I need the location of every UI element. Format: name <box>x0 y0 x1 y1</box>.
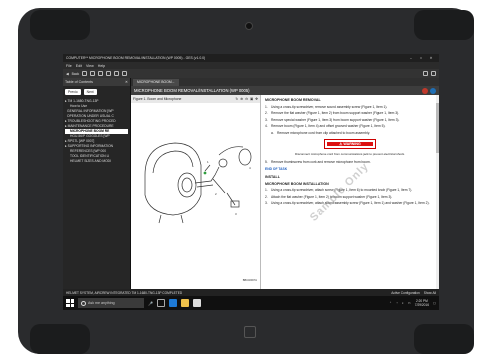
taskbar-clock[interactable]: 2:20 PM 7/29/2016 <box>415 299 429 307</box>
toc-header: Table of Contents ✕ <box>63 78 130 86</box>
svg-text:2: 2 <box>215 192 217 196</box>
toolbar: ◀ Back <box>63 69 439 78</box>
menu-file[interactable]: File <box>66 64 72 68</box>
figure-code: BBU40007A <box>242 279 257 282</box>
camera-lens <box>245 22 253 30</box>
toc-next-button[interactable]: Next <box>83 89 97 95</box>
menu-edit[interactable]: Edit <box>76 64 82 68</box>
toc-prev-button[interactable]: Previo <box>65 89 81 95</box>
warning-box: ⚠ WARNING <box>324 138 376 150</box>
procedure-step: 2. Remove the flat washer (Figure 1, Item… <box>265 111 400 116</box>
store-icon[interactable] <box>192 299 201 307</box>
procedure-step: 2. Attach the flat washer (Figure 1, Item… <box>265 194 393 199</box>
procedure-step: 4. Remove boom (Figure 1, Item 4) and off… <box>265 124 386 129</box>
microphone-icon[interactable]: 🎤 <box>148 301 153 306</box>
maximize-button[interactable]: □ <box>416 56 426 60</box>
corner-bumper <box>30 324 90 354</box>
figure-caption: Figure 1. Boom and Microphone <box>133 97 182 101</box>
fullscreen-icon[interactable] <box>431 71 436 76</box>
bookmark-icon[interactable] <box>98 71 104 76</box>
tab-microphone-boom[interactable]: MICROPHONE BOOM... <box>133 79 179 86</box>
document-title: MICROPHONE BOOM REMOVAL/INSTALLATION (WP… <box>134 88 250 93</box>
clock-date: 7/29/2016 <box>414 303 429 307</box>
toc-title: Table of Contents <box>65 80 93 84</box>
fit-icon[interactable]: ▣ <box>250 97 253 101</box>
edge-browser-icon[interactable] <box>168 299 177 307</box>
section-heading: MICROPHONE BOOM REMOVAL <box>265 98 321 102</box>
procedure-step: 3. Using a cross-tip screwdriver, attach … <box>265 201 430 206</box>
alert-icon[interactable] <box>422 87 428 94</box>
svg-text:3: 3 <box>235 212 237 216</box>
active-configuration: Active Configuration <box>391 290 420 295</box>
battery-icon[interactable]: ▭ <box>408 301 411 305</box>
back-icon[interactable]: ◀ <box>66 72 69 76</box>
procedure-step: 5. Remove thumbscrew from cork and remove… <box>265 159 371 164</box>
zoom-out-icon[interactable]: ⊖ <box>245 97 248 101</box>
scrollbar-thumb[interactable] <box>436 103 439 153</box>
procedure-substep: a. Remove microphone cord from clip attac… <box>271 130 371 135</box>
system-tray: ⌃ ◔ ◖ ▭ 2:20 PM 7/29/2016 ▢ <box>389 299 436 307</box>
status-text: HELMET SYSTEM, AIRCREW INTEGRATED TM 1-1… <box>66 290 183 295</box>
task-view-icon[interactable] <box>156 299 165 307</box>
search-icon[interactable] <box>106 71 112 76</box>
settings-icon[interactable] <box>122 71 128 76</box>
tablet-screen: COMPUTER** MICROPHONE BOOM REMOVAL/INSTA… <box>63 54 439 310</box>
svg-text:1: 1 <box>207 160 209 164</box>
warning-icon: ⚠ <box>339 141 343 146</box>
home-button-windows[interactable] <box>244 326 256 338</box>
menubar: File Edit View Help <box>63 62 439 69</box>
back-button-label[interactable]: Back <box>72 72 80 76</box>
toc-panel: Table of Contents ✕ Previo Next ▸ TM 1-1… <box>63 78 131 296</box>
wifi-icon[interactable]: ◔ <box>396 301 398 305</box>
toc-tree: ▸ TM 1-1680-TNG-13P How to Use GENERAL I… <box>63 98 130 165</box>
document-title-bar: MICROPHONE BOOM REMOVAL/INSTALLATION (WP… <box>131 86 439 95</box>
svg-text:4: 4 <box>249 166 251 170</box>
vertical-scrollbar[interactable] <box>436 95 439 296</box>
windows-start-icon[interactable] <box>66 299 74 307</box>
content-area: MICROPHONE BOOM... MICROPHONE BOOM REMOV… <box>131 78 439 296</box>
file-explorer-icon[interactable] <box>180 299 189 307</box>
corner-bumper <box>414 10 474 40</box>
forward-icon[interactable] <box>82 71 88 76</box>
warning-label: WARNING <box>343 141 361 146</box>
expand-icon[interactable] <box>423 71 428 76</box>
minimize-button[interactable]: – <box>406 56 416 60</box>
close-icon[interactable]: ✕ <box>125 80 128 84</box>
warning-text: Disconnect microphone cord from communic… <box>295 152 405 157</box>
corner-bumper <box>414 324 474 354</box>
status-bar: HELMET SYSTEM, AIRCREW INTEGRATED TM 1-1… <box>63 289 439 296</box>
corner-bumper <box>30 10 90 40</box>
show-all-link[interactable]: Show All <box>424 291 436 295</box>
menu-help[interactable]: Help <box>98 64 105 68</box>
menu-view[interactable]: View <box>86 64 94 68</box>
print-icon[interactable] <box>114 71 120 76</box>
window-titlebar: COMPUTER** MICROPHONE BOOM REMOVAL/INSTA… <box>63 54 439 62</box>
close-button[interactable]: ✕ <box>426 56 436 60</box>
tray-arrow-icon[interactable]: ⌃ <box>389 301 392 305</box>
procedure-step: 3. Remove special washer (Figure 1, Item … <box>265 117 400 122</box>
pan-icon[interactable]: ✥ <box>255 97 258 101</box>
figure-pane: Figure 1. Boom and Microphone ↻ ⊕ ⊖ ▣ ✥ <box>131 95 261 296</box>
search-placeholder: Ask me anything <box>88 301 115 305</box>
procedure-step: 1. Using a cross-tip screwdriver, remove … <box>265 104 388 109</box>
cortana-search-box[interactable]: Ask me anything <box>78 298 144 308</box>
procedure-text: MICROPHONE BOOM REMOVAL 1. Using a cross-… <box>261 95 439 296</box>
cortana-icon <box>81 300 86 306</box>
boom-microphone-illustration[interactable]: 1 2 3 4 <box>135 135 257 225</box>
windows-taskbar: Ask me anything 🎤 ⌃ ◔ ◖ ▭ 2:20 PM 7/29/2… <box>63 296 439 310</box>
volume-icon[interactable]: ◖ <box>402 301 404 305</box>
info-icon[interactable] <box>430 87 436 94</box>
window-title: COMPUTER** MICROPHONE BOOM REMOVAL/INSTA… <box>66 56 206 60</box>
toc-item[interactable]: HELMET SIZES AND MODI <box>65 159 128 164</box>
document-tabs: MICROPHONE BOOM... <box>131 78 439 86</box>
home-icon[interactable] <box>90 71 96 76</box>
figure-header: Figure 1. Boom and Microphone ↻ ⊕ ⊖ ▣ ✥ <box>131 95 260 103</box>
zoom-in-icon[interactable]: ⊕ <box>240 97 243 101</box>
rotate-icon[interactable]: ↻ <box>235 97 238 101</box>
notifications-icon[interactable]: ▢ <box>433 301 436 305</box>
